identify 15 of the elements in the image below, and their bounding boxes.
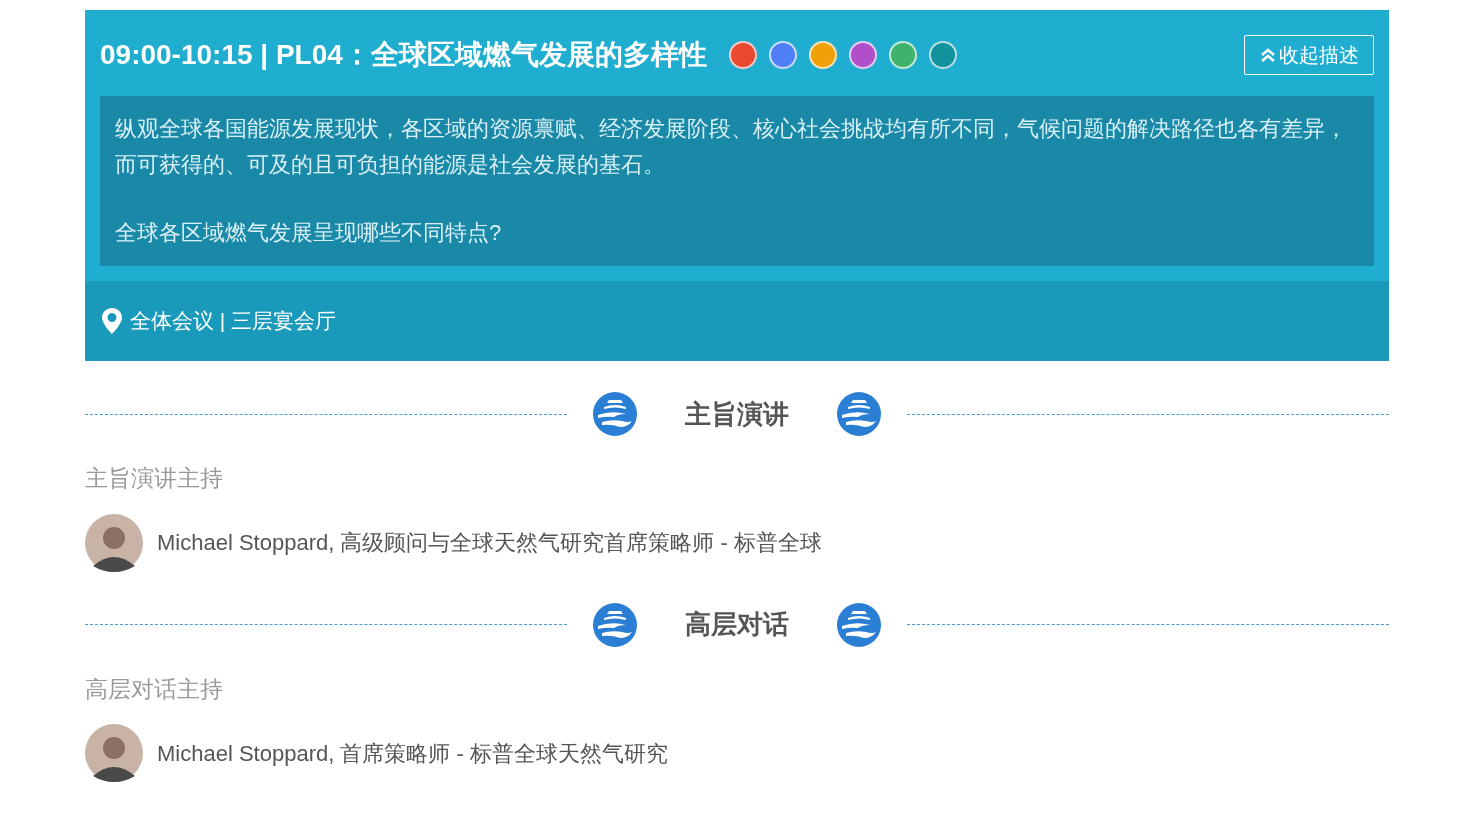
avatar-icon — [85, 513, 143, 572]
location-text: 全体会议 | 三层宴会厅 — [130, 308, 337, 335]
speaker-text: Michael Stoppard, 高级顾问与全球天然气研究首席策略师 - 标普全球 — [157, 529, 822, 557]
description-text: 纵观全球各国能源发展现状，各区域的资源禀赋、经济发展阶段、核心社会挑战均有所不同，气候问题的解决路径也各有差异，而可获得的、可及的且可负担的能源是社会发展的基石。 — [115, 115, 1348, 179]
section-heading: 高层对话 — [685, 608, 789, 641]
section-heading: 主旨演讲 — [685, 397, 789, 431]
session-title: 09:00-10:15 | PL04：全球区域燃气发展的多样性 — [100, 38, 707, 72]
collapse-button[interactable]: 收起描述 — [1244, 35, 1374, 75]
speaker-text: Michael Stoppard, 首席策略师 - 标普全球天然气研究 — [157, 739, 668, 768]
host-label: 高层对话主持 — [85, 674, 224, 704]
host-label: 主旨演讲主持 — [85, 464, 224, 493]
location-pin-icon — [102, 308, 122, 334]
description-text: 全球各区域燃气发展呈现哪些不同特点? — [115, 219, 503, 247]
avatar-icon — [85, 724, 143, 782]
double-chevron-up-icon — [1259, 47, 1277, 63]
